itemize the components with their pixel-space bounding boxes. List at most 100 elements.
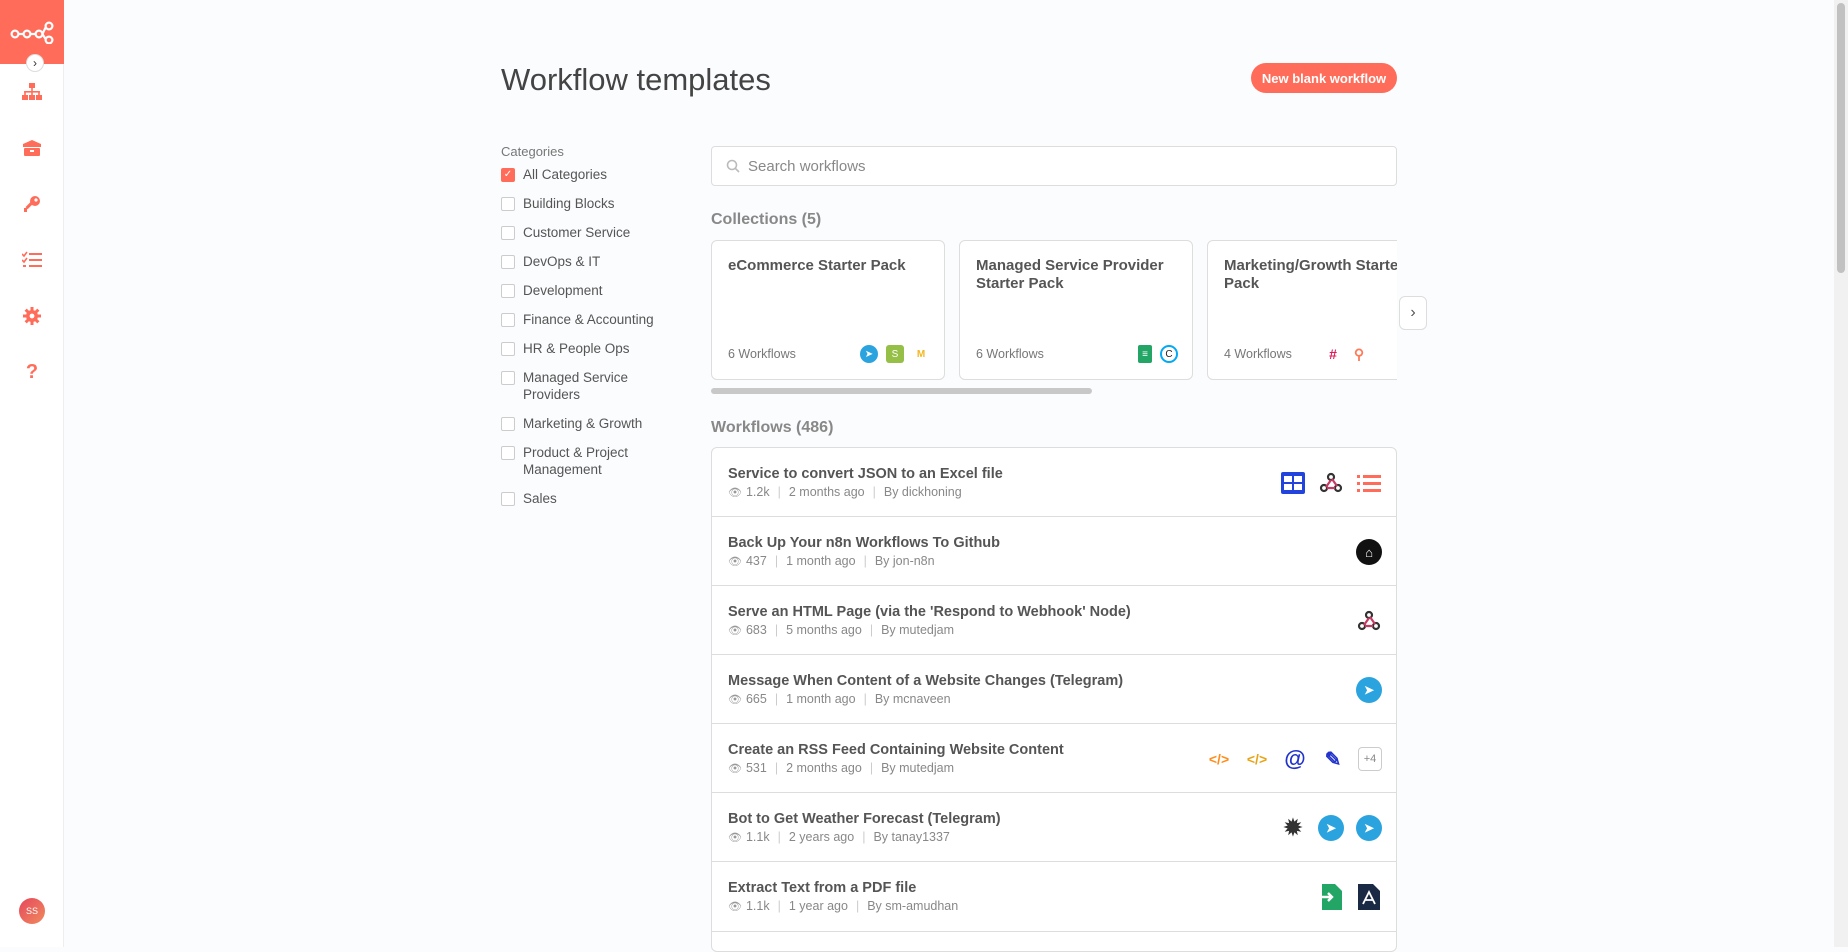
checkbox[interactable]: [501, 371, 515, 385]
collection-card[interactable]: Marketing/Growth Starter Pack 4 Workflow…: [1207, 240, 1397, 380]
collections-carousel: eCommerce Starter Pack 6 Workflows ➤ S M…: [711, 240, 1397, 380]
categories-heading: Categories: [501, 144, 564, 159]
collections-next-button[interactable]: ›: [1399, 296, 1427, 330]
checkbox[interactable]: [501, 342, 515, 356]
email-icon: @: [1284, 746, 1306, 771]
edit-icon: ✎: [1324, 748, 1342, 771]
workflow-age: 2 months ago: [788, 485, 865, 499]
category-label: Development: [523, 283, 603, 298]
category-customer-service[interactable]: Customer Service: [501, 224, 671, 241]
google-sheets-icon: ≡: [1138, 345, 1152, 363]
user-avatar[interactable]: SS: [19, 898, 45, 924]
workflow-row[interactable]: Message When Content of a Website Change…: [712, 655, 1396, 724]
workflow-age: 1 month ago: [786, 554, 856, 568]
category-sales[interactable]: Sales: [501, 490, 671, 507]
new-blank-workflow-button[interactable]: New blank workflow: [1251, 63, 1397, 93]
workflow-views: 1.1k: [745, 899, 770, 913]
page-scrollbar[interactable]: [1834, 0, 1848, 947]
github-icon: ⌂: [1356, 539, 1382, 565]
eye-icon: 👁: [728, 555, 742, 568]
eye-icon: 👁: [728, 900, 742, 913]
page-scrollbar-thumb[interactable]: [1837, 3, 1845, 273]
telegram-icon: ➤: [860, 345, 878, 363]
workflows-heading: Workflows (486): [711, 419, 834, 436]
checkbox[interactable]: [501, 226, 515, 240]
workflow-list: Service to convert JSON to an Excel file…: [711, 447, 1397, 952]
pdf-icon: [1356, 884, 1382, 910]
checkbox[interactable]: [501, 255, 515, 269]
workflow-title: Back Up Your n8n Workflows To Github: [728, 535, 1001, 551]
category-label: Product & Project Management: [523, 445, 629, 477]
workflow-row[interactable]: Back Up Your n8n Workflows To Github 👁 43…: [712, 517, 1396, 586]
shopify-icon: S: [886, 345, 904, 363]
category-msp[interactable]: Managed Service Providers: [501, 369, 671, 403]
eye-icon: 👁: [728, 624, 742, 637]
workflow-author: By tanay1337: [873, 830, 950, 844]
workflow-age: 2 months ago: [786, 761, 862, 775]
item-lists-icon: [1356, 470, 1382, 496]
telegram-icon: ➤: [1356, 815, 1382, 841]
category-label: All Categories: [523, 167, 608, 182]
workflows-icon[interactable]: [20, 80, 44, 104]
checkbox[interactable]: [501, 284, 515, 298]
workflow-title: Message When Content of a Website Change…: [728, 673, 1124, 689]
checkbox[interactable]: [501, 417, 515, 431]
templates-icon[interactable]: [20, 136, 44, 160]
collection-count: 6 Workflows: [728, 347, 796, 361]
collections-scrollbar[interactable]: [711, 388, 1092, 394]
clockify-icon: C: [1160, 345, 1178, 363]
workflow-row[interactable]: Extract Text from a PDF file 👁 1.1k | 1 yea…: [712, 862, 1396, 931]
telegram-icon: ➤: [1318, 815, 1344, 841]
webhook-icon: [1356, 608, 1382, 634]
workflow-views: 1.1k: [745, 830, 770, 844]
category-devops[interactable]: DevOps & IT: [501, 253, 671, 270]
category-all[interactable]: ✓ All Categories: [501, 166, 671, 183]
category-product[interactable]: Product & Project Management: [501, 444, 671, 478]
hubspot-icon: ⚲: [1353, 345, 1365, 362]
checkbox[interactable]: [501, 313, 515, 327]
checkbox[interactable]: [501, 446, 515, 460]
settings-icon[interactable]: [20, 304, 44, 328]
search-input[interactable]: [748, 147, 1388, 185]
category-label: Managed Service Providers: [523, 370, 629, 402]
workflow-author: By sm-amudhan: [867, 899, 959, 913]
html-extract-icon: </>: [1208, 751, 1230, 767]
n8n-logo[interactable]: ›: [0, 0, 64, 72]
workflow-title: Serve an HTML Page (via the 'Respond to …: [728, 604, 1131, 620]
category-building-blocks[interactable]: Building Blocks: [501, 195, 671, 212]
spreadsheet-icon: [1280, 470, 1306, 496]
workflow-row[interactable]: Bot to Get Weather Forecast (Telegram) 👁…: [712, 793, 1396, 862]
workflow-age: 1 year ago: [788, 899, 848, 913]
help-icon[interactable]: ?: [20, 360, 44, 384]
category-hr[interactable]: HR & People Ops: [501, 340, 671, 357]
workflow-author: By mutedjam: [881, 623, 955, 637]
workflow-row[interactable]: Service to convert JSON to an Excel file…: [712, 448, 1396, 517]
eye-icon: 👁: [728, 486, 742, 499]
category-label: Finance & Accounting: [523, 312, 654, 327]
workflow-author: By jon-n8n: [874, 554, 935, 568]
category-development[interactable]: Development: [501, 282, 671, 299]
workflow-age: 2 years ago: [788, 830, 855, 844]
workflow-title: Extract Text from a PDF file: [728, 880, 917, 896]
workflow-author: By mutedjam: [881, 761, 955, 775]
checkbox[interactable]: [501, 197, 515, 211]
collection-card[interactable]: eCommerce Starter Pack 6 Workflows ➤ S M: [711, 240, 945, 380]
category-finance[interactable]: Finance & Accounting: [501, 311, 671, 328]
workflow-row[interactable]: Create an RSS Feed Containing Website Co…: [712, 724, 1396, 793]
workflow-row[interactable]: Serve an HTML Page (via the 'Respond to …: [712, 586, 1396, 655]
collection-count: 4 Workflows: [1224, 347, 1292, 361]
workflow-views: 437: [745, 554, 767, 568]
category-marketing[interactable]: Marketing & Growth: [501, 415, 671, 432]
collection-title: Marketing/Growth Starter Pack: [1224, 257, 1397, 292]
workflow-row-partial: [712, 931, 1396, 951]
checkbox[interactable]: [501, 492, 515, 506]
workflow-views: 665: [745, 692, 767, 706]
executions-icon[interactable]: [20, 248, 44, 272]
checkbox-checked-icon[interactable]: ✓: [501, 168, 515, 182]
credentials-icon[interactable]: [20, 192, 44, 216]
workflow-views: 1.2k: [745, 485, 770, 499]
page-title: Workflow templates: [501, 62, 771, 97]
category-label: Marketing & Growth: [523, 416, 643, 431]
expand-sidebar-button[interactable]: ›: [26, 54, 44, 72]
collection-card[interactable]: Managed Service Provider Starter Pack 6 …: [959, 240, 1193, 380]
